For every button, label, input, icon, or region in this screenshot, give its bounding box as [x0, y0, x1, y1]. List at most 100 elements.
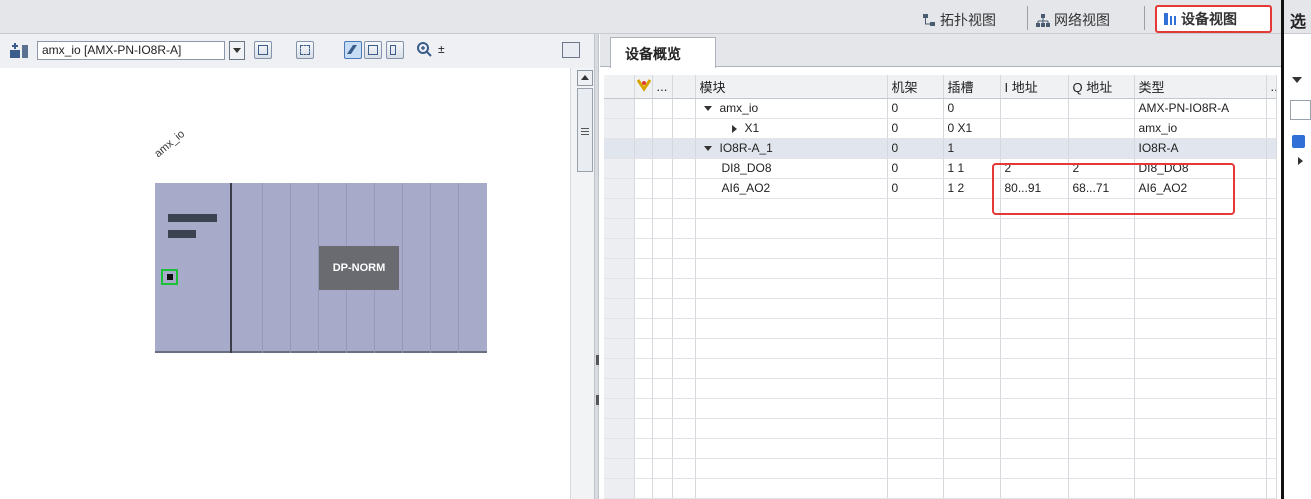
- i-address-cell[interactable]: 80...91: [1000, 178, 1069, 199]
- table-row[interactable]: DI8_DO8 0 1 1 2 2 DI8_DO8: [604, 158, 1277, 179]
- i-address-cell[interactable]: [1000, 138, 1069, 159]
- empty-cell[interactable]: [1000, 478, 1069, 499]
- empty-cell[interactable]: [672, 338, 696, 359]
- empty-cell[interactable]: [1068, 398, 1135, 419]
- empty-cell[interactable]: [1000, 238, 1069, 259]
- empty-cell[interactable]: [695, 398, 888, 419]
- panel-toggle-icon[interactable]: [562, 42, 580, 58]
- header-module[interactable]: 模块: [695, 75, 888, 99]
- empty-cell[interactable]: [695, 478, 888, 499]
- empty-cell[interactable]: [887, 378, 944, 399]
- highlight-icon[interactable]: [344, 41, 362, 59]
- empty-cell[interactable]: [1068, 318, 1135, 339]
- table-row[interactable]: [604, 438, 1277, 459]
- empty-cell[interactable]: [1266, 358, 1277, 379]
- options-input[interactable]: [1290, 100, 1311, 120]
- empty-cell[interactable]: [887, 438, 944, 459]
- empty-cell[interactable]: [634, 418, 653, 439]
- more-cell[interactable]: [652, 118, 673, 139]
- zoom-dropdown[interactable]: ±: [438, 42, 445, 56]
- rack-cell[interactable]: 0: [887, 158, 944, 179]
- empty-cell[interactable]: [604, 198, 635, 219]
- header-i-address[interactable]: I 地址: [1000, 75, 1069, 99]
- q-address-cell[interactable]: [1068, 98, 1135, 119]
- empty-cell[interactable]: [634, 438, 653, 459]
- empty-cell[interactable]: [695, 218, 888, 239]
- empty-cell[interactable]: [652, 378, 673, 399]
- rack-cell[interactable]: 0: [887, 118, 944, 139]
- status-cell[interactable]: [634, 138, 653, 159]
- chevron-down-icon[interactable]: [1290, 73, 1308, 89]
- table-row[interactable]: [604, 198, 1277, 219]
- slot-cell[interactable]: 1 2: [943, 178, 1001, 199]
- zoom-icon[interactable]: [416, 40, 438, 60]
- rack-cell[interactable]: 0: [887, 98, 944, 119]
- dp-norm-module[interactable]: DP-NORM: [319, 246, 399, 290]
- empty-cell[interactable]: [1000, 358, 1069, 379]
- empty-cell[interactable]: [634, 358, 653, 379]
- empty-cell[interactable]: [943, 458, 1001, 479]
- rack-cell[interactable]: 0: [887, 138, 944, 159]
- table-row[interactable]: X1 0 0 X1 amx_io: [604, 118, 1277, 139]
- empty-cell[interactable]: [1068, 358, 1135, 379]
- empty-cell[interactable]: [604, 298, 635, 319]
- chevron-down-icon[interactable]: [229, 41, 245, 60]
- row-header-cell[interactable]: [604, 138, 635, 159]
- empty-cell[interactable]: [1068, 438, 1135, 459]
- empty-cell[interactable]: [672, 318, 696, 339]
- empty-cell[interactable]: [1000, 258, 1069, 279]
- table-row[interactable]: [604, 218, 1277, 239]
- empty-cell[interactable]: [672, 458, 696, 479]
- header-rack[interactable]: 机架: [887, 75, 944, 99]
- module-cell[interactable]: X1: [695, 118, 888, 139]
- edge-cell[interactable]: [1266, 98, 1277, 119]
- empty-cell[interactable]: [672, 398, 696, 419]
- empty-cell[interactable]: [1000, 218, 1069, 239]
- splitter-arrow-icon[interactable]: [596, 395, 599, 405]
- empty-cell[interactable]: [652, 218, 673, 239]
- q-address-cell[interactable]: [1068, 138, 1135, 159]
- empty-cell[interactable]: [1266, 298, 1277, 319]
- empty-cell[interactable]: [695, 318, 888, 339]
- slot-cell[interactable]: 1 1: [943, 158, 1001, 179]
- empty-cell[interactable]: [672, 198, 696, 219]
- more-cell[interactable]: [652, 158, 673, 179]
- header-type[interactable]: 类型: [1134, 75, 1267, 99]
- table-view-icon[interactable]: [386, 41, 404, 59]
- empty-cell[interactable]: [652, 458, 673, 479]
- empty-cell[interactable]: [1134, 378, 1267, 399]
- empty-cell[interactable]: [634, 198, 653, 219]
- tab-network-view[interactable]: 网络视图: [1036, 9, 1110, 31]
- table-row[interactable]: [604, 278, 1277, 299]
- empty-cell[interactable]: [887, 218, 944, 239]
- empty-cell[interactable]: [695, 338, 888, 359]
- empty-cell[interactable]: [652, 338, 673, 359]
- grid-view-icon[interactable]: [364, 41, 382, 59]
- empty-cell[interactable]: [1000, 438, 1069, 459]
- type-cell[interactable]: AI6_AO2: [1134, 178, 1267, 199]
- empty-cell[interactable]: [672, 418, 696, 439]
- empty-cell[interactable]: [1068, 278, 1135, 299]
- empty-cell[interactable]: [604, 438, 635, 459]
- collapse-arrow-icon[interactable]: [703, 106, 712, 112]
- empty-cell[interactable]: [695, 458, 888, 479]
- empty-cell[interactable]: [1000, 298, 1069, 319]
- empty-cell[interactable]: [943, 298, 1001, 319]
- empty-cell[interactable]: [887, 478, 944, 499]
- more-cell[interactable]: [652, 138, 673, 159]
- empty-cell[interactable]: [1068, 378, 1135, 399]
- empty-cell[interactable]: [1266, 398, 1277, 419]
- slot-cell[interactable]: 1: [943, 138, 1001, 159]
- empty-cell[interactable]: [652, 438, 673, 459]
- tab-topology-view[interactable]: 拓扑视图: [922, 9, 996, 31]
- empty-cell[interactable]: [1266, 478, 1277, 499]
- empty-cell[interactable]: [695, 238, 888, 259]
- type-cell[interactable]: amx_io: [1134, 118, 1267, 139]
- table-row[interactable]: IO8R-A_1 0 1 IO8R-A: [604, 138, 1277, 159]
- row-header-cell[interactable]: [604, 98, 635, 119]
- empty-cell[interactable]: [1266, 238, 1277, 259]
- empty-cell[interactable]: [634, 378, 653, 399]
- empty-cell[interactable]: [672, 298, 696, 319]
- collapse-arrow-icon[interactable]: [703, 146, 712, 152]
- table-row[interactable]: [604, 298, 1277, 319]
